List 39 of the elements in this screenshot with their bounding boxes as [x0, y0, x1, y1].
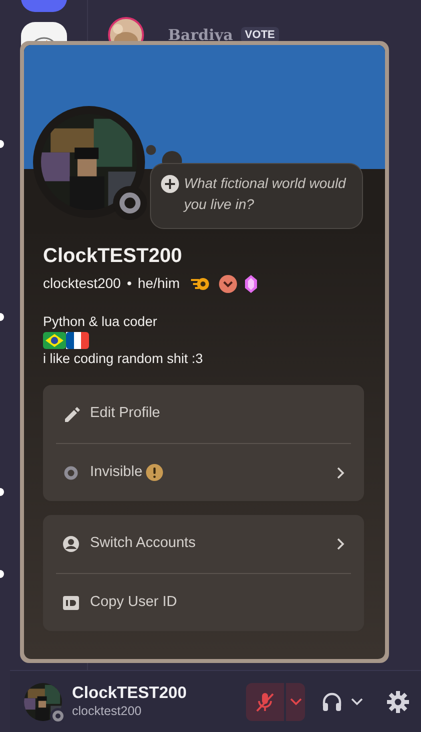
invisible-status-icon: [62, 464, 80, 482]
settings-button[interactable]: [387, 690, 409, 712]
caret-icon: [351, 698, 363, 706]
id-icon: [62, 594, 80, 612]
invisible-status-icon: [119, 192, 141, 214]
caret-button[interactable]: [351, 698, 363, 706]
gem-badge-icon: [244, 274, 257, 292]
boost-badge-icon: [218, 274, 237, 292]
pronouns: he/him: [138, 274, 180, 293]
headphones-icon: [321, 690, 343, 712]
username: clocktest200: [72, 704, 142, 719]
caret-icon: [290, 698, 302, 706]
separator-dot: •: [126, 274, 132, 293]
menu-item[interactable]: Copy User ID: [56, 573, 351, 632]
headphones-button[interactable]: [321, 690, 343, 712]
custom-status-field[interactable]: What fictional world would you live in?: [150, 163, 363, 229]
chevron-right-icon: [335, 537, 345, 552]
bio-text: Python & lua coder: [43, 313, 158, 331]
flag-icon: [43, 332, 66, 349]
placeholder-text: What fictional world would you live in?: [184, 174, 348, 214]
menu-item[interactable]: Edit Profile: [56, 385, 351, 444]
settings-icon: [387, 690, 409, 712]
username: clocktest200: [43, 274, 121, 293]
account-icon: [62, 535, 80, 554]
muted-microphone-icon: [254, 690, 276, 712]
bio-text: i like coding random shit :3: [43, 350, 204, 368]
microphone-button[interactable]: [246, 682, 284, 720]
menu-item[interactable]: Invisible: [56, 443, 351, 502]
warning-icon: [146, 464, 164, 482]
invisible-status-icon: [50, 708, 66, 724]
chevron-right-icon: [335, 466, 345, 480]
nitro-badge-icon: [190, 276, 211, 292]
flag-icon: [66, 332, 89, 349]
display-name: ClockTEST200: [43, 244, 183, 269]
member-name: Bardiya: [168, 24, 233, 46]
display-name: ClockTEST200: [72, 684, 187, 704]
menu-item[interactable]: Switch Accounts: [56, 515, 351, 574]
add-icon: [161, 175, 179, 193]
edit-icon: [62, 405, 80, 424]
